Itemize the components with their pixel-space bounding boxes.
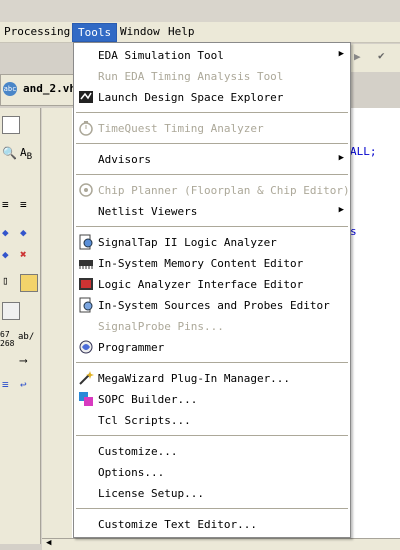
insert-icon[interactable]: ▯	[2, 274, 18, 290]
play-icon[interactable]: ▶	[354, 50, 361, 63]
menu-item-label: Programmer	[98, 341, 165, 354]
dse-icon	[78, 89, 94, 105]
document-tab-label: and_2.vh	[23, 82, 76, 95]
logic-analyzer-icon	[78, 276, 94, 292]
submenu-arrow-icon: ▶	[338, 153, 344, 163]
find-icon[interactable]: 🔍	[2, 146, 18, 162]
submenu-arrow-icon: ▶	[338, 205, 344, 215]
menu-item-run-eda-timing[interactable]: Run EDA Timing Analysis Tool	[74, 66, 350, 86]
clear-bookmarks-icon[interactable]: ✖	[20, 248, 36, 264]
menu-processing[interactable]: Processing	[4, 25, 70, 38]
line-number-tool[interactable]: 67 268	[0, 330, 14, 348]
menu-window[interactable]: Window	[120, 25, 160, 38]
megawizard-icon	[78, 370, 94, 386]
programmer-icon	[78, 339, 94, 355]
menu-item-label: Options...	[98, 466, 165, 479]
menu-item-label: Run EDA Timing Analysis Tool	[98, 70, 284, 83]
horizontal-scrollbar[interactable]: ◀	[42, 538, 400, 550]
menu-item-tcl-scripts[interactable]: Tcl Scripts...	[74, 410, 350, 430]
menu-bar: Processing Tools Window Help	[0, 22, 400, 43]
menu-item-label: EDA Simulation Tool	[98, 49, 224, 62]
right-toolbar: ▶ ✔	[350, 44, 400, 72]
comment-icon[interactable]	[2, 302, 20, 320]
menu-separator	[76, 112, 348, 113]
menu-item-megawizard[interactable]: MegaWizard Plug-In Manager...	[74, 368, 350, 388]
menu-item-label: Tcl Scripts...	[98, 414, 191, 427]
document-tab[interactable]: abc and_2.vh	[0, 74, 76, 106]
menu-item-label: In-System Sources and Probes Editor	[98, 299, 330, 312]
menu-item-label: Netlist Viewers	[98, 205, 198, 218]
submenu-arrow-icon: ▶	[338, 49, 344, 59]
menu-item-chip-planner[interactable]: Chip Planner (Floorplan & Chip Editor)	[74, 180, 350, 200]
menu-item-label: Customize Text Editor...	[98, 518, 257, 531]
menu-item-netlist-viewers[interactable]: Netlist Viewers ▶	[74, 201, 350, 221]
menu-separator	[76, 174, 348, 175]
vhdl-file-icon: abc	[3, 82, 17, 96]
menu-item-label: SignalProbe Pins...	[98, 320, 224, 333]
menu-help[interactable]: Help	[168, 25, 195, 38]
menu-item-label: Customize...	[98, 445, 178, 458]
menu-item-label: Launch Design Space Explorer	[98, 91, 284, 104]
arrow-right-icon[interactable]: ⟶	[20, 354, 36, 370]
stopwatch-icon	[78, 120, 94, 136]
tools-menu: EDA Simulation Tool ▶ Run EDA Timing Ana…	[73, 42, 351, 538]
menu-separator	[76, 435, 348, 436]
menu-item-memory-content-editor[interactable]: In-System Memory Content Editor	[74, 253, 350, 273]
signaltap-icon	[78, 234, 94, 250]
editor-toolbox: 🔍 AB ≡ ≡ ◆ ◆ ◆ ✖ ▯ 67 268 ab/ ⟶ ≡ ↩	[0, 108, 41, 544]
menu-item-logic-analyzer-interface[interactable]: Logic Analyzer Interface Editor	[74, 274, 350, 294]
menu-item-label: SOPC Builder...	[98, 393, 198, 406]
menu-separator	[76, 143, 348, 144]
menu-item-advisors[interactable]: Advisors ▶	[74, 149, 350, 169]
menu-item-options[interactable]: Options...	[74, 462, 350, 482]
menu-separator	[76, 362, 348, 363]
menu-tools[interactable]: Tools	[72, 23, 118, 42]
align-icon[interactable]: ≡	[2, 378, 18, 394]
menu-separator	[76, 226, 348, 227]
check-icon[interactable]: ✔	[378, 49, 385, 62]
menu-item-eda-simulation-tool[interactable]: EDA Simulation Tool ▶	[74, 45, 350, 65]
menu-item-design-space-explorer[interactable]: Launch Design Space Explorer	[74, 87, 350, 107]
title-strip	[0, 0, 400, 22]
menu-item-customize[interactable]: Customize...	[74, 441, 350, 461]
editor-gutter	[42, 108, 72, 538]
sopc-icon	[78, 391, 94, 407]
memory-icon	[78, 255, 94, 271]
menu-item-label: Logic Analyzer Interface Editor	[98, 278, 304, 291]
spell-tool[interactable]: ab/	[18, 332, 34, 342]
menu-item-signaltap[interactable]: SignalTap II Logic Analyzer	[74, 232, 350, 252]
unindent-icon[interactable]: ≡	[20, 198, 36, 214]
menu-item-label: MegaWizard Plug-In Manager...	[98, 372, 291, 385]
replace-icon[interactable]: AB	[20, 146, 36, 162]
menu-item-sopc-builder[interactable]: SOPC Builder...	[74, 389, 350, 409]
wrap-icon[interactable]: ↩	[20, 378, 36, 394]
bookmark-icon[interactable]: ◆	[2, 226, 18, 242]
next-bookmark-icon[interactable]: ◆	[20, 226, 36, 242]
menu-item-label: Advisors	[98, 153, 151, 166]
probes-icon	[78, 297, 94, 313]
menu-item-timequest[interactable]: TimeQuest Timing Analyzer	[74, 118, 350, 138]
code-fragment: ALL;	[350, 145, 377, 158]
indent-icon[interactable]: ≡	[2, 198, 18, 214]
tool-button[interactable]	[2, 116, 20, 134]
menu-item-label: In-System Memory Content Editor	[98, 257, 304, 270]
menu-item-license-setup[interactable]: License Setup...	[74, 483, 350, 503]
menu-item-label: Chip Planner (Floorplan & Chip Editor)	[98, 184, 350, 197]
menu-item-customize-text-editor[interactable]: Customize Text Editor...	[74, 514, 350, 534]
menu-item-label: License Setup...	[98, 487, 204, 500]
menu-item-programmer[interactable]: Programmer	[74, 337, 350, 357]
template-icon[interactable]	[20, 274, 38, 292]
menu-item-label: TimeQuest Timing Analyzer	[98, 122, 264, 135]
scroll-left-icon[interactable]: ◀	[46, 538, 51, 548]
menu-separator	[76, 508, 348, 509]
menu-item-label: SignalTap II Logic Analyzer	[98, 236, 277, 249]
menu-item-signalprobe-pins[interactable]: SignalProbe Pins...	[74, 316, 350, 336]
menu-item-sources-probes[interactable]: In-System Sources and Probes Editor	[74, 295, 350, 315]
prev-bookmark-icon[interactable]: ◆	[2, 248, 18, 264]
chip-planner-icon	[78, 182, 94, 198]
